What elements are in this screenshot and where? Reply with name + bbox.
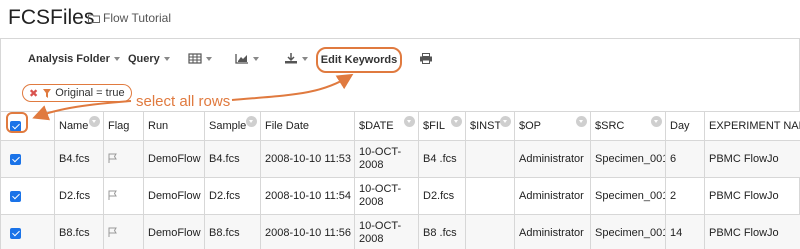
analysis-folder-label: Analysis Folder [28, 53, 110, 65]
row-checkbox[interactable] [10, 227, 21, 239]
cell-src: Specimen_001 [590, 214, 666, 249]
page-title: FCSFiles [8, 6, 95, 29]
cell-day: 2 [665, 177, 705, 215]
annotation-text: select all rows [136, 93, 231, 110]
filter-pill[interactable]: ✖ Original = true [22, 84, 132, 102]
column-header-date[interactable]: $DATE [354, 111, 419, 141]
cell-flag[interactable] [103, 214, 144, 249]
folder-breadcrumb[interactable]: Flow Tutorial [88, 11, 171, 25]
cell-name[interactable]: B4.fcs [54, 140, 104, 178]
chevron-down-icon [302, 56, 308, 61]
cell-sample[interactable]: B8.fcs [204, 214, 261, 249]
cell-op: Administrator [514, 177, 591, 215]
cell-date: 10-OCT-2008 [354, 140, 419, 178]
column-header-flag[interactable]: Flag [103, 111, 144, 141]
edit-keywords-button[interactable]: Edit Keywords [316, 47, 402, 73]
cell-fil: D2.fcs [418, 177, 466, 215]
column-header-experiment-name[interactable]: EXPERIMENT NAME [704, 111, 800, 141]
cell-fil: B8 .fcs [418, 214, 466, 249]
cell-op: Administrator [514, 140, 591, 178]
column-header-name[interactable]: Name [54, 111, 104, 141]
chevron-down-icon [113, 57, 120, 61]
cell-file-date: 2008-10-10 11:54 [260, 177, 355, 215]
column-header-sample[interactable]: Sample [204, 111, 261, 141]
table-row[interactable]: B4.fcs DemoFlow B4.fcs 2008-10-10 11:53 … [0, 140, 800, 178]
cell-day: 6 [665, 140, 705, 178]
row-select-cell[interactable] [0, 140, 55, 178]
query-menu[interactable]: Query [128, 53, 170, 65]
column-header-file-date[interactable]: File Date [260, 111, 355, 141]
cell-src: Specimen_001 [590, 140, 666, 178]
cell-date: 10-OCT-2008 [354, 177, 419, 215]
cell-flag[interactable] [103, 140, 144, 178]
grid-icon [188, 53, 202, 64]
chevron-down-icon [206, 56, 212, 61]
flag-icon[interactable] [108, 190, 118, 200]
row-checkbox[interactable] [10, 153, 21, 165]
close-icon[interactable]: ✖ [29, 87, 38, 100]
column-menu-icon[interactable] [576, 116, 587, 127]
table-row[interactable]: B8.fcs DemoFlow B8.fcs 2008-10-10 11:56 … [0, 214, 800, 249]
grid-views-menu[interactable] [188, 53, 212, 64]
select-all-highlight [6, 112, 28, 133]
row-checkbox[interactable] [10, 190, 21, 202]
export-menu[interactable] [284, 53, 308, 64]
cell-file-date: 2008-10-10 11:56 [260, 214, 355, 249]
column-menu-icon[interactable] [404, 116, 415, 127]
charts-menu[interactable] [235, 53, 259, 64]
column-menu-icon[interactable] [500, 116, 511, 127]
cell-run[interactable]: DemoFlow [143, 177, 205, 215]
cell-date: 10-OCT-2008 [354, 214, 419, 249]
cell-experiment: PBMC FlowJo [704, 140, 800, 178]
column-header-inst[interactable]: $INST [465, 111, 515, 141]
cell-name[interactable]: B8.fcs [54, 214, 104, 249]
cell-sample[interactable]: D2.fcs [204, 177, 261, 215]
column-menu-icon[interactable] [651, 116, 662, 127]
cell-experiment: PBMC FlowJo [704, 214, 800, 249]
chart-icon [235, 54, 248, 64]
column-menu-icon[interactable] [89, 116, 100, 127]
cell-inst [465, 177, 515, 215]
cell-file-date: 2008-10-10 11:53 [260, 140, 355, 178]
column-menu-icon[interactable] [451, 116, 462, 127]
cell-op: Administrator [514, 214, 591, 249]
filter-label: Original = true [55, 87, 125, 99]
print-button[interactable] [419, 53, 433, 64]
flag-icon[interactable] [108, 227, 118, 237]
row-select-cell[interactable] [0, 214, 55, 249]
folder-name[interactable]: Flow Tutorial [103, 11, 171, 25]
column-header-op[interactable]: $OP [514, 111, 591, 141]
row-select-cell[interactable] [0, 177, 55, 215]
cell-name[interactable]: D2.fcs [54, 177, 104, 215]
grid-toolbar: Analysis Folder Query Edit Keywords [1, 39, 799, 79]
folder-icon [88, 14, 100, 23]
table-row[interactable]: D2.fcs DemoFlow D2.fcs 2008-10-10 11:54 … [0, 177, 800, 215]
chevron-down-icon [163, 57, 170, 61]
cell-run[interactable]: DemoFlow [143, 140, 205, 178]
cell-run[interactable]: DemoFlow [143, 214, 205, 249]
download-icon [285, 53, 297, 64]
column-header-fil[interactable]: $FIL [418, 111, 466, 141]
column-header-run[interactable]: Run [143, 111, 205, 141]
funnel-icon [43, 88, 52, 98]
query-label: Query [128, 53, 160, 65]
cell-sample[interactable]: B4.fcs [204, 140, 261, 178]
analysis-folder-menu[interactable]: Analysis Folder [28, 53, 120, 65]
column-header-day[interactable]: Day [665, 111, 705, 141]
cell-experiment: PBMC FlowJo [704, 177, 800, 215]
column-header-src[interactable]: $SRC [590, 111, 666, 141]
cell-flag[interactable] [103, 177, 144, 215]
cell-src: Specimen_001 [590, 177, 666, 215]
column-menu-icon[interactable] [246, 116, 257, 127]
page-header: FCSFiles Flow Tutorial [0, 0, 800, 38]
flag-icon[interactable] [108, 153, 118, 163]
data-grid: Name Flag Run Sample File Date $DATE $FI… [0, 111, 800, 249]
cell-fil: B4 .fcs [418, 140, 466, 178]
cell-day: 14 [665, 214, 705, 249]
print-icon [420, 53, 432, 64]
cell-inst [465, 214, 515, 249]
chevron-down-icon [253, 56, 259, 61]
header-row: Name Flag Run Sample File Date $DATE $FI… [0, 111, 800, 141]
cell-inst [465, 140, 515, 178]
